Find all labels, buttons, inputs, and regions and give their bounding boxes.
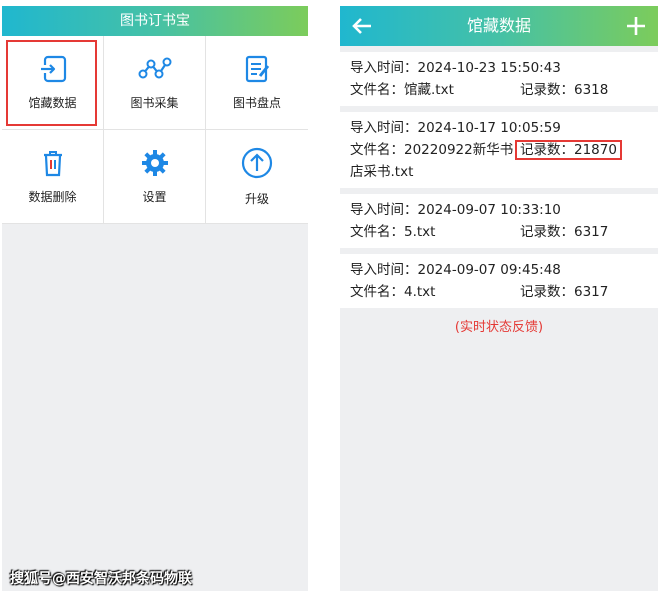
tile-collection-data[interactable]: 馆藏数据 [2, 36, 104, 130]
tile-label: 图书盘点 [232, 96, 281, 110]
tile-label: 升级 [244, 192, 269, 206]
tile-delete-data[interactable]: 数据删除 [2, 130, 104, 224]
back-arrow-icon[interactable] [350, 14, 374, 38]
time-label: 导入时间： [350, 262, 418, 278]
time-label: 导入时间： [350, 202, 418, 218]
tile-inventory[interactable]: 图书盘点 [206, 36, 308, 130]
record-count: 6317 [574, 224, 609, 240]
list-item[interactable]: 导入时间：2024-10-23 15:50:43 文件名：馆藏.txt 记录数：… [340, 52, 658, 106]
tile-label: 设置 [142, 190, 167, 204]
file-label: 文件名： [350, 284, 404, 300]
time-label: 导入时间： [350, 60, 418, 76]
file-label: 文件名： [350, 142, 404, 158]
list-item[interactable]: 导入时间：2024-09-07 09:45:48 文件名：4.txt 记录数：6… [340, 254, 658, 308]
import-time: 2024-10-23 15:50:43 [417, 60, 561, 76]
tile-label: 图书采集 [130, 96, 179, 110]
import-time: 2024-09-07 09:45:48 [417, 262, 561, 278]
file-name: 4.txt [404, 284, 436, 300]
clipboard-icon [245, 55, 270, 83]
record-count: 21870 [574, 142, 617, 158]
count-label: 记录数： [520, 142, 574, 158]
highlight-box [6, 40, 97, 126]
upgrade-icon [241, 147, 273, 179]
app-title: 图书订书宝 [2, 6, 308, 36]
titlebar: 馆藏数据 [340, 6, 658, 46]
record-count: 6317 [574, 284, 609, 300]
highlight-box: 记录数：21870 [515, 140, 622, 160]
record-list: 导入时间：2024-10-23 15:50:43 文件名：馆藏.txt 记录数：… [340, 52, 658, 335]
gear-icon [141, 150, 168, 176]
tile-upgrade[interactable]: 升级 [206, 130, 308, 224]
tile-label: 数据删除 [28, 190, 77, 204]
status-feedback: (实时状态反馈) [454, 320, 544, 335]
watermark: 搜狐号@西安智沃邦条码物联 [10, 571, 192, 587]
list-item[interactable]: 导入时间：2024-10-17 10:05:59 文件名：20220922新华书… [340, 112, 658, 188]
page-title: 馆藏数据 [466, 16, 531, 35]
trash-icon [43, 151, 62, 177]
plus-icon[interactable] [624, 14, 648, 38]
home-screen: 图书订书宝 馆藏数据 图书采集 图书盘点 数据删除 设置 升级 [2, 6, 308, 591]
list-item[interactable]: 导入时间：2024-09-07 10:33:10 文件名：5.txt 记录数：6… [340, 194, 658, 248]
time-label: 导入时间： [350, 120, 418, 136]
collection-data-screen: 馆藏数据 导入时间：2024-10-23 15:50:43 文件名：馆藏.txt… [340, 6, 658, 591]
count-label: 记录数： [520, 224, 574, 240]
tile-book-collect[interactable]: 图书采集 [104, 36, 206, 130]
file-label: 文件名： [350, 224, 404, 240]
count-label: 记录数： [520, 284, 574, 300]
count-label: 记录数： [520, 82, 574, 98]
function-grid: 馆藏数据 图书采集 图书盘点 数据删除 设置 升级 [2, 36, 308, 224]
import-time: 2024-09-07 10:33:10 [417, 202, 561, 218]
file-name: 5.txt [404, 224, 436, 240]
file-label: 文件名： [350, 82, 404, 98]
tile-settings[interactable]: 设置 [104, 130, 206, 224]
record-count: 6318 [574, 82, 609, 98]
chart-nodes-icon [138, 57, 171, 79]
file-name: 馆藏.txt [404, 82, 454, 98]
import-time: 2024-10-17 10:05:59 [417, 120, 561, 136]
